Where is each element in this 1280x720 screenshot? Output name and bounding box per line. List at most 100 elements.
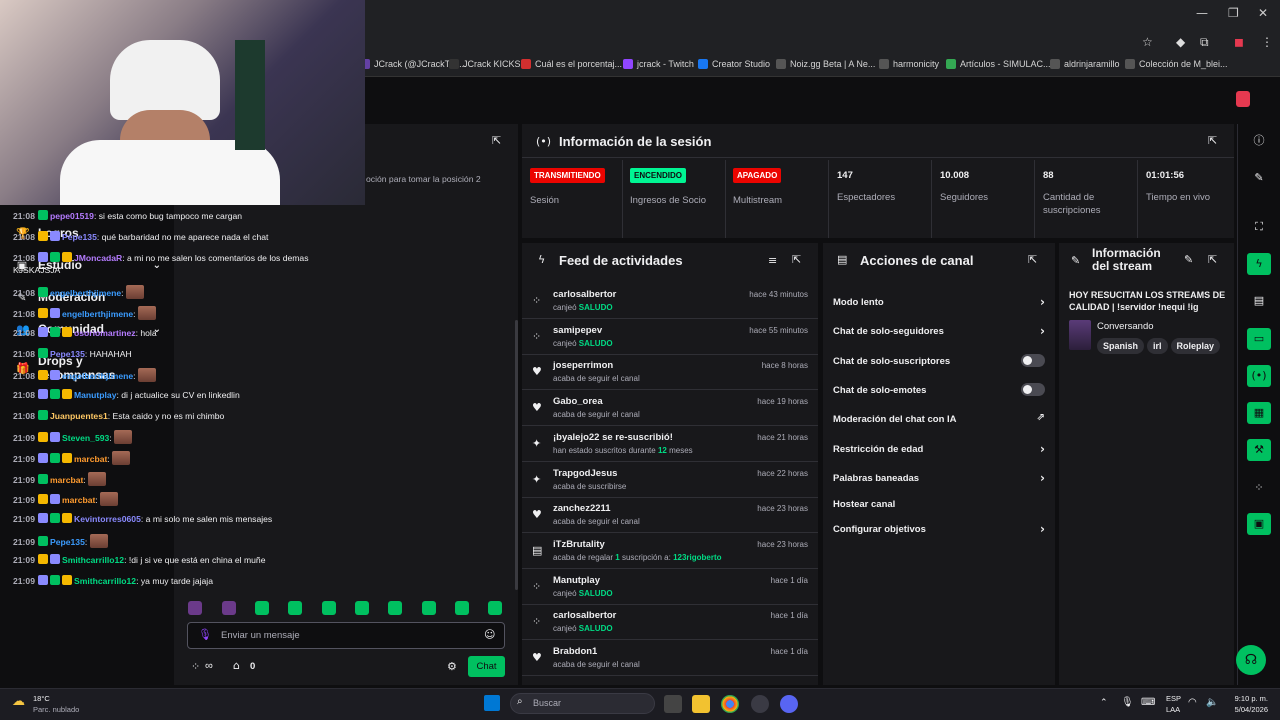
emote-shortcut-icon[interactable] bbox=[422, 601, 436, 615]
volume-icon[interactable]: 🔈 bbox=[1206, 697, 1218, 708]
creator-logo-icon[interactable] bbox=[1236, 91, 1250, 107]
minimize-icon[interactable]: — bbox=[1196, 6, 1208, 20]
channel-action-item[interactable]: Restricción de edad › bbox=[833, 442, 1045, 456]
feed-popout-icon[interactable]: ⇱ bbox=[792, 253, 801, 266]
lang-layout[interactable]: LAA bbox=[1166, 705, 1180, 714]
broadcast-icon[interactable]: (•) bbox=[1247, 365, 1271, 387]
chat-username[interactable]: Kevintorres0605 bbox=[74, 514, 141, 524]
bolt-icon[interactable]: ϟ bbox=[1247, 253, 1271, 275]
clock-date[interactable]: 5/04/2026 bbox=[1228, 705, 1268, 714]
clock-time[interactable]: 9:10 p. m. bbox=[1232, 694, 1268, 703]
chat-settings-icon[interactable]: ⚙ bbox=[447, 660, 457, 673]
taskview-icon[interactable] bbox=[664, 695, 682, 713]
info-icon[interactable]: ⓘ bbox=[1247, 130, 1271, 152]
profile-icon[interactable]: ◼ bbox=[1234, 35, 1244, 49]
emote-shortcut-icon[interactable] bbox=[388, 601, 402, 615]
feed-item[interactable]: ⁘ samipepev canjeó SALUDO hace 55 minutos bbox=[522, 321, 818, 355]
chat-username[interactable]: Pepe135 bbox=[50, 537, 85, 547]
emote-shortcut-icon[interactable] bbox=[355, 601, 369, 615]
feed-item[interactable]: ⁘ carlosalbertor canjeó SALUDO hace 1 día bbox=[522, 606, 818, 641]
channel-action-item[interactable]: Palabras baneadas › bbox=[833, 471, 1045, 485]
stream-tag[interactable]: Spanish bbox=[1097, 338, 1145, 354]
file-explorer-icon[interactable] bbox=[692, 695, 710, 713]
stream-tag[interactable]: irl bbox=[1147, 338, 1168, 354]
feed-item[interactable]: ✦ TrapgodJesus acaba de suscribirse hace 22… bbox=[522, 464, 818, 498]
feed-item[interactable]: ♥ Gabo_orea acaba de seguir el canal hace 1… bbox=[522, 392, 818, 427]
toggle-switch[interactable] bbox=[1021, 383, 1045, 396]
chat-username[interactable]: Juanpuentes1 bbox=[50, 411, 108, 421]
bookmark-item[interactable]: aldrinjaramillo bbox=[1050, 59, 1120, 69]
wifi-icon[interactable]: ◠ bbox=[1188, 697, 1197, 708]
chrome-icon[interactable] bbox=[721, 695, 739, 713]
wrench-icon[interactable]: ⚒ bbox=[1247, 439, 1271, 461]
bookmark-item[interactable]: Colección de M_blei... bbox=[1125, 59, 1228, 69]
maximize-icon[interactable]: ❐ bbox=[1228, 6, 1239, 20]
channel-action-item[interactable]: Chat de solo-emotes bbox=[833, 383, 1045, 396]
bookmark-item[interactable]: Noiz.gg Beta | A Ne... bbox=[776, 59, 875, 69]
emote-shortcut-icon[interactable] bbox=[188, 601, 202, 615]
feed-item[interactable]: ✦ ¡byalejo22 se re-suscribió! han estado s… bbox=[522, 428, 818, 462]
channel-action-item[interactable]: Moderación del chat con IA ⇗ bbox=[833, 412, 1045, 425]
store-icon[interactable]: ▦ bbox=[1247, 402, 1271, 424]
chevron-right-icon[interactable]: › bbox=[1040, 324, 1045, 338]
emote-shortcut-icon[interactable] bbox=[455, 601, 469, 615]
category-boxart[interactable] bbox=[1069, 320, 1091, 350]
channel-action-item[interactable]: Configurar objetivos › bbox=[833, 522, 1045, 536]
puzzle-icon[interactable]: ⧉ bbox=[1200, 35, 1209, 50]
feed-item[interactable]: ⁘ carlosalbertor canjeó SALUDO hace 43 minu… bbox=[522, 285, 818, 319]
mic-tray-icon[interactable]: 🎙 bbox=[1121, 697, 1134, 708]
channel-action-item[interactable]: Modo lento › bbox=[833, 295, 1045, 309]
bookmark-item[interactable]: Artículos - SIMULAC... bbox=[946, 59, 1051, 69]
channel-action-item[interactable]: Hostear canal bbox=[833, 499, 1045, 510]
chat-username[interactable]: Smithcarrillo12 bbox=[62, 555, 124, 565]
session-popout-icon[interactable]: ⇱ bbox=[1208, 134, 1217, 147]
toggle-switch[interactable] bbox=[1021, 354, 1045, 367]
filter-icon[interactable]: ≡ bbox=[768, 254, 777, 267]
emote-shortcut-icon[interactable] bbox=[488, 601, 502, 615]
chevron-right-icon[interactable]: › bbox=[1040, 295, 1045, 309]
weather-icon[interactable]: ☁ bbox=[12, 694, 25, 709]
image-icon[interactable]: ▣ bbox=[1247, 513, 1271, 535]
stream-popout-icon[interactable]: ⇱ bbox=[1208, 253, 1217, 266]
chat-send-button[interactable]: Chat bbox=[468, 656, 505, 677]
actions-popout-icon[interactable]: ⇱ bbox=[1028, 253, 1037, 266]
chat-username[interactable]: pepe01519 bbox=[50, 211, 94, 221]
chat-bubble-icon[interactable]: ▭ bbox=[1247, 328, 1271, 350]
chat-username[interactable]: engelberthjimene bbox=[50, 288, 121, 298]
chat-username[interactable]: marcbat bbox=[62, 495, 95, 505]
document-icon[interactable]: ▤ bbox=[1247, 290, 1271, 312]
bookmark-item[interactable]: Cuál es el porcentaj... bbox=[521, 59, 622, 69]
stream-category[interactable]: Conversando bbox=[1097, 321, 1154, 332]
lang-code[interactable]: ESP bbox=[1166, 694, 1181, 703]
channel-action-item[interactable]: Chat de solo-suscriptores bbox=[833, 354, 1045, 367]
chat-username[interactable]: JMoncadaR bbox=[74, 253, 122, 263]
chevron-right-icon[interactable]: › bbox=[1040, 522, 1045, 536]
stream-tag[interactable]: Roleplay bbox=[1170, 338, 1221, 354]
star-icon[interactable]: ☆ bbox=[1142, 35, 1153, 49]
edit-icon[interactable]: ✎ bbox=[1184, 253, 1193, 266]
emote-shortcut-icon[interactable] bbox=[255, 601, 269, 615]
chat-username[interactable]: osoriomartinez bbox=[74, 328, 136, 338]
store-icon[interactable]: ⌂ bbox=[233, 659, 240, 672]
chat-username[interactable]: engelberthjimene bbox=[62, 309, 133, 319]
taskbar-search[interactable] bbox=[510, 693, 655, 714]
chat-username[interactable]: Steven_593 bbox=[62, 433, 109, 443]
chat-username[interactable]: marcbat bbox=[50, 475, 83, 485]
bookmark-item[interactable]: jcrack - Twitch bbox=[623, 59, 694, 69]
discord-icon[interactable] bbox=[780, 695, 798, 713]
windows-start-icon[interactable] bbox=[484, 695, 500, 711]
microphone-icon[interactable]: 🎙 bbox=[198, 628, 212, 641]
feed-item[interactable]: ▤ iTzBrutality acaba de regalar 1 suscripc… bbox=[522, 535, 818, 569]
keyboard-icon[interactable]: ⌨ bbox=[1141, 697, 1155, 708]
extension-icon[interactable]: ◆ bbox=[1176, 35, 1185, 49]
chat-username[interactable]: Pepe135 bbox=[62, 232, 97, 242]
emote-shortcut-icon[interactable] bbox=[322, 601, 336, 615]
feed-item[interactable]: ♥ joseperrimon acaba de seguir el canal hac… bbox=[522, 356, 818, 391]
chat-username[interactable]: Pepe135 bbox=[50, 349, 85, 359]
external-link-icon[interactable]: ⇗ bbox=[1037, 412, 1045, 423]
channel-points-icon[interactable]: ⁘ bbox=[191, 660, 200, 673]
emote-shortcut-icon[interactable] bbox=[222, 601, 236, 615]
menu-icon[interactable]: ⋮ bbox=[1261, 35, 1273, 49]
channel-action-item[interactable]: Chat de solo-seguidores › bbox=[833, 324, 1045, 338]
close-icon[interactable]: ✕ bbox=[1258, 6, 1268, 20]
